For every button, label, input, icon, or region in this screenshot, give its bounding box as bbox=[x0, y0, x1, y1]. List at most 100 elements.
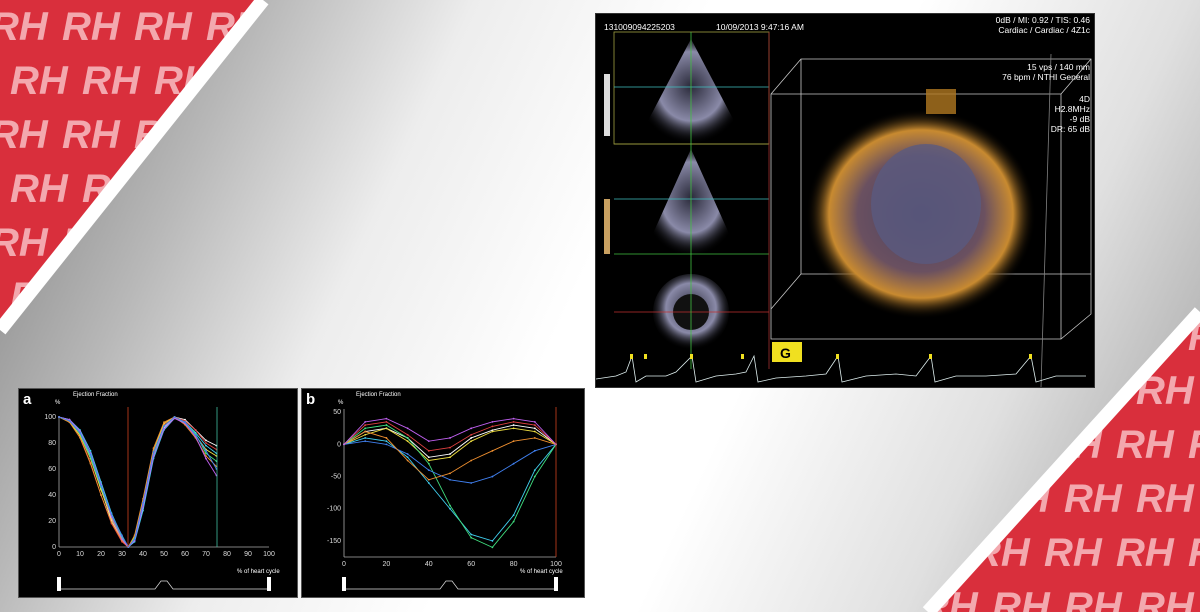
logo-mark: RH bbox=[900, 423, 959, 467]
x-tick-label: 80 bbox=[510, 561, 518, 568]
data-point bbox=[449, 507, 451, 510]
data-point bbox=[533, 420, 536, 423]
logo-mark: RH bbox=[10, 59, 69, 103]
data-point bbox=[205, 457, 207, 460]
gain-label: -9 dB bbox=[1069, 114, 1090, 124]
logo-mark: RH bbox=[1188, 531, 1200, 575]
data-point bbox=[121, 538, 123, 541]
data-point bbox=[142, 501, 144, 504]
x-tick-label: 50 bbox=[160, 551, 168, 558]
x-tick-label: 60 bbox=[181, 551, 189, 558]
data-point bbox=[385, 437, 388, 439]
logo-mark: RH bbox=[62, 113, 121, 157]
data-point bbox=[470, 536, 473, 539]
y-tick-label: 20 bbox=[48, 518, 56, 525]
data-point bbox=[533, 469, 536, 472]
data-point bbox=[406, 427, 409, 430]
logo-mark: RH bbox=[1044, 531, 1103, 575]
cycle-start-marker bbox=[342, 577, 346, 591]
data-point bbox=[385, 443, 388, 446]
data-point bbox=[133, 538, 136, 541]
data-point bbox=[533, 475, 536, 478]
data-point bbox=[89, 453, 92, 456]
y-tick-label: 0 bbox=[52, 544, 56, 551]
data-point bbox=[194, 434, 197, 437]
x-tick-label: 90 bbox=[244, 551, 252, 558]
data-point bbox=[163, 421, 165, 424]
study-id: 131009094225203 bbox=[604, 22, 675, 32]
data-point bbox=[184, 421, 186, 424]
logo-mark: RH bbox=[900, 531, 959, 575]
x-tick-label: 0 bbox=[57, 551, 61, 558]
data-point bbox=[427, 456, 430, 459]
data-point bbox=[427, 462, 430, 465]
ecg-strip bbox=[344, 580, 554, 590]
data-point bbox=[100, 485, 102, 487]
logo-mark: RH bbox=[134, 5, 193, 49]
cycle-end-marker bbox=[554, 577, 558, 591]
data-point bbox=[533, 437, 536, 439]
data-point bbox=[406, 456, 409, 459]
data-point bbox=[491, 475, 494, 478]
data-point bbox=[100, 494, 102, 496]
data-point bbox=[364, 420, 367, 423]
data-point bbox=[427, 459, 430, 462]
data-point bbox=[449, 437, 451, 439]
y-tick-label: -50 bbox=[331, 474, 341, 481]
data-point bbox=[89, 462, 92, 465]
data-point bbox=[364, 427, 367, 430]
data-point bbox=[205, 444, 207, 447]
data-point bbox=[512, 420, 515, 423]
y-tick-label: 80 bbox=[48, 440, 56, 447]
x-tick-label: 30 bbox=[118, 551, 126, 558]
chart-a-plot: 0 20 40 60 80 100 0 10 20 30 40 50 60 70 80 90 100 bbox=[44, 407, 275, 591]
x-tick-label: 80 bbox=[223, 551, 231, 558]
data-point bbox=[470, 533, 473, 536]
data-point bbox=[406, 459, 409, 462]
logo-mark: RH bbox=[0, 113, 49, 157]
y-tick-label: -100 bbox=[327, 506, 341, 513]
data-point bbox=[385, 417, 388, 420]
data-point bbox=[152, 451, 155, 453]
ultrasound-graphics: G bbox=[596, 31, 1092, 387]
data-point bbox=[110, 513, 113, 516]
data-point bbox=[512, 424, 515, 426]
logo-mark: RH bbox=[206, 113, 265, 157]
data-point bbox=[449, 478, 451, 481]
frequency-label: H2.8MHz bbox=[1054, 104, 1090, 114]
logo-mark: RH bbox=[1064, 477, 1123, 521]
logo-mark: RH bbox=[920, 477, 979, 521]
logo-mark: RH bbox=[1116, 531, 1175, 575]
data-point bbox=[470, 427, 473, 430]
data-point bbox=[406, 433, 409, 436]
data-point bbox=[512, 440, 515, 443]
series-line bbox=[343, 421, 557, 452]
heart-rate: 76 bpm / NTHI General bbox=[1002, 72, 1090, 82]
x-tick-label: 20 bbox=[383, 561, 391, 568]
logo-mark: RH bbox=[992, 585, 1051, 612]
data-point bbox=[385, 420, 388, 423]
x-tick-label: 40 bbox=[425, 561, 433, 568]
x-tick-label: 60 bbox=[467, 561, 475, 568]
x-tick-label: 40 bbox=[139, 551, 147, 558]
logo-mark: RH bbox=[298, 275, 357, 319]
data-point bbox=[364, 424, 367, 426]
logo-mark: RH bbox=[134, 221, 193, 265]
data-point bbox=[512, 417, 515, 420]
data-point bbox=[364, 437, 367, 439]
ecg-trace bbox=[596, 354, 1086, 383]
data-point bbox=[79, 436, 81, 439]
logo-mark: RH bbox=[226, 59, 285, 103]
probe-info: Cardiac / Cardiac / 4Z1c bbox=[998, 25, 1090, 35]
logo-mark: RH bbox=[278, 221, 337, 265]
data-point bbox=[79, 431, 81, 434]
y-tick-label: 40 bbox=[48, 492, 56, 499]
data-point bbox=[470, 482, 473, 484]
x-tick-label: 100 bbox=[263, 551, 275, 558]
data-point bbox=[491, 540, 494, 542]
data-point bbox=[364, 433, 367, 436]
data-point bbox=[533, 449, 536, 452]
cycle-start-marker bbox=[57, 577, 61, 591]
svg-text:G: G bbox=[780, 345, 791, 361]
data-point bbox=[427, 469, 430, 472]
